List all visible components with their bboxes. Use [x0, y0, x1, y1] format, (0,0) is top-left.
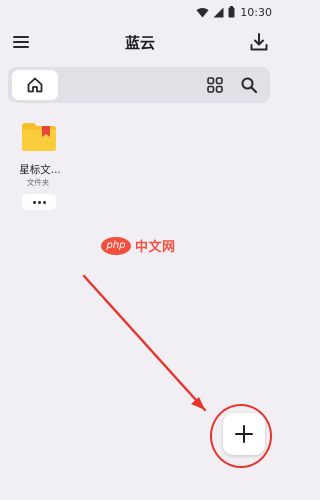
path-toolbar	[8, 67, 270, 103]
status-time: 10:30	[240, 6, 272, 19]
page-title: 蓝云	[124, 34, 155, 52]
wifi-icon	[196, 3, 209, 22]
app-bar: 蓝云	[0, 22, 280, 62]
search-button[interactable]	[238, 74, 260, 96]
add-button[interactable]	[223, 413, 265, 455]
status-bar: 10:30	[0, 0, 280, 20]
file-type: 文件夹	[26, 178, 50, 187]
more-dot	[37, 200, 41, 204]
home-icon	[27, 77, 43, 93]
more-dot	[42, 200, 46, 204]
signal-icon	[213, 3, 224, 22]
battery-icon	[228, 3, 235, 22]
watermark-logo: php	[101, 236, 131, 255]
search-icon	[241, 77, 258, 94]
download-icon	[250, 33, 268, 51]
more-dot	[32, 200, 36, 204]
more-options-button[interactable]	[22, 194, 56, 210]
plus-icon	[235, 425, 253, 443]
starred-folder-icon	[21, 122, 57, 152]
grid-view-icon	[207, 77, 223, 93]
watermark: php 中文网	[101, 236, 176, 255]
home-button[interactable]	[12, 70, 58, 100]
grid-view-button[interactable]	[204, 74, 226, 96]
download-button[interactable]	[248, 31, 270, 53]
status-icons: 10:30	[196, 3, 272, 22]
file-name: 星标文...	[19, 164, 61, 176]
watermark-text: 中文网	[135, 240, 176, 255]
